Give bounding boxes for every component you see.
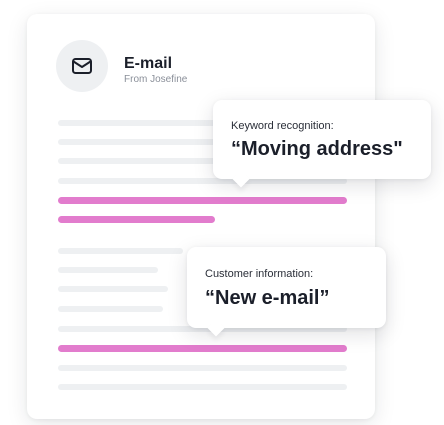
callout-value: “Moving address" (231, 138, 403, 160)
email-title: E-mail (124, 55, 173, 72)
text-line (58, 139, 218, 145)
callout-value: “New e-mail” (205, 287, 330, 309)
email-card: E-mail From Josefine (27, 14, 375, 419)
highlighted-line (58, 216, 215, 223)
customer-information-callout: Customer information: “New e-mail” (187, 247, 386, 328)
highlighted-line (58, 345, 347, 352)
keyword-recognition-callout: Keyword recognition: “Moving address" (213, 100, 431, 179)
text-line (58, 384, 347, 390)
envelope-icon (71, 57, 93, 75)
callout-label: Customer information: (205, 268, 314, 280)
text-line (58, 365, 347, 371)
callout-label: Keyword recognition: (231, 120, 334, 132)
text-line (58, 286, 168, 292)
text-line (58, 267, 158, 273)
text-line (58, 158, 228, 164)
email-sender: From Josefine (124, 74, 188, 85)
text-line (58, 306, 163, 312)
highlighted-line (58, 197, 347, 204)
avatar (56, 40, 108, 92)
text-line (58, 248, 183, 254)
